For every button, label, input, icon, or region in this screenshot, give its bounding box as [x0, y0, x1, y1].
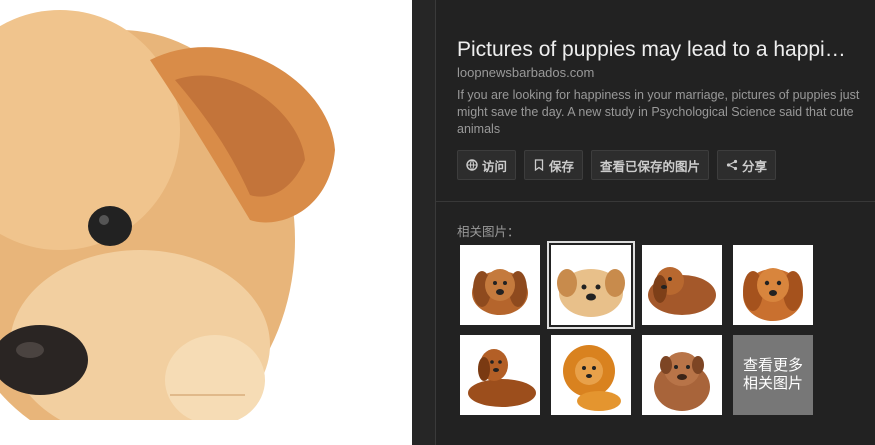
- related-thumbnail[interactable]: [642, 335, 722, 415]
- related-thumbnail[interactable]: [733, 245, 813, 325]
- related-thumbnail-selected[interactable]: [547, 241, 635, 329]
- main-image[interactable]: [0, 0, 412, 445]
- save-button[interactable]: 保存: [524, 150, 584, 180]
- view-saved-button[interactable]: 查看已保存的图片: [591, 150, 710, 180]
- related-thumbnail[interactable]: [460, 245, 540, 325]
- result-description: If you are looking for happiness in your…: [457, 88, 860, 136]
- related-thumbnail[interactable]: [642, 245, 722, 325]
- visit-label: 访问: [482, 159, 508, 174]
- related-thumbnail[interactable]: [551, 335, 631, 415]
- visit-button[interactable]: 访问: [457, 150, 517, 180]
- details-panel: Pictures of puppies may lead to a happi……: [436, 0, 875, 445]
- result-domain[interactable]: loopnewsbarbados.com: [457, 65, 594, 80]
- share-icon: [726, 159, 738, 171]
- bookmark-icon: [534, 159, 544, 171]
- more-related-images-button[interactable]: 查看更多相关图片: [733, 335, 813, 415]
- related-thumbnail[interactable]: [460, 335, 540, 415]
- section-divider: [436, 201, 875, 202]
- result-title[interactable]: Pictures of puppies may lead to a happi…: [457, 38, 869, 62]
- related-images-label: 相关图片：: [457, 225, 520, 239]
- divider-bar: [412, 0, 436, 445]
- save-label: 保存: [549, 159, 575, 174]
- related-images-grid: 查看更多相关图片: [460, 241, 813, 415]
- more-label: 查看更多相关图片: [742, 357, 803, 392]
- share-label: 分享: [742, 159, 768, 174]
- share-button[interactable]: 分享: [717, 150, 777, 180]
- puppy-image: [0, 0, 412, 445]
- action-buttons: 访问 保存 查看已保存的图片 分享: [457, 150, 777, 180]
- view-saved-label: 查看已保存的图片: [600, 159, 701, 174]
- globe-icon: [466, 159, 478, 171]
